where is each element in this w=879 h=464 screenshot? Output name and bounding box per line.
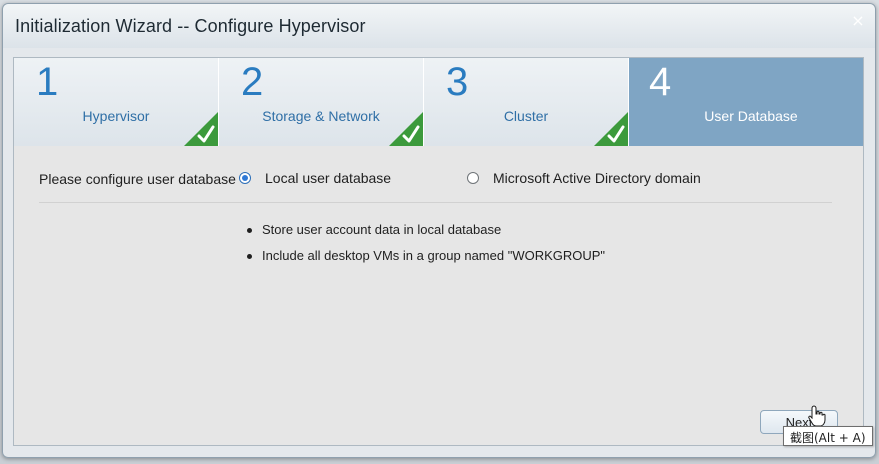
radio-label: Local user database bbox=[265, 170, 392, 186]
radio-button[interactable] bbox=[467, 172, 479, 184]
hand-cursor-icon bbox=[808, 405, 826, 427]
divider bbox=[39, 202, 832, 203]
tooltip: 截图(Alt + A) bbox=[783, 426, 873, 446]
initialization-wizard-dialog: Initialization Wizard -- Configure Hyper… bbox=[2, 3, 876, 458]
radio-local-user-database[interactable]: Local user database bbox=[239, 167, 391, 189]
dialog-title: Initialization Wizard -- Configure Hyper… bbox=[15, 16, 366, 36]
checkmark-icon bbox=[594, 112, 628, 146]
step-label: User Database bbox=[704, 108, 798, 124]
wizard-body: 1 Hypervisor 2 Storage & Network 3 Clust… bbox=[13, 57, 864, 446]
list-item: Include all desktop VMs in a group named… bbox=[246, 248, 605, 274]
user-database-row: Please configure user database Local use… bbox=[39, 167, 839, 191]
checkmark-icon bbox=[184, 112, 218, 146]
radio-active-directory[interactable]: Microsoft Active Directory domain bbox=[467, 167, 701, 189]
list-item: Store user account data in local databas… bbox=[246, 222, 605, 248]
option-description-list: Store user account data in local databas… bbox=[246, 222, 605, 274]
title-bar[interactable]: Initialization Wizard -- Configure Hyper… bbox=[3, 4, 875, 48]
step-number: 4 bbox=[649, 60, 672, 104]
checkmark-icon bbox=[389, 112, 423, 146]
step-cluster[interactable]: 3 Cluster bbox=[424, 58, 629, 146]
step-number: 1 bbox=[36, 60, 59, 104]
radio-label: Microsoft Active Directory domain bbox=[493, 170, 701, 186]
step-user-database[interactable]: 4 User Database bbox=[629, 58, 863, 146]
wizard-steps: 1 Hypervisor 2 Storage & Network 3 Clust… bbox=[14, 58, 863, 146]
close-icon[interactable]: × bbox=[851, 13, 865, 29]
step-hypervisor[interactable]: 1 Hypervisor bbox=[14, 58, 219, 146]
step-storage-network[interactable]: 2 Storage & Network bbox=[219, 58, 424, 146]
step-number: 3 bbox=[446, 60, 469, 104]
radio-button[interactable] bbox=[239, 172, 251, 184]
user-database-prompt: Please configure user database bbox=[39, 171, 236, 187]
step-number: 2 bbox=[241, 60, 264, 104]
